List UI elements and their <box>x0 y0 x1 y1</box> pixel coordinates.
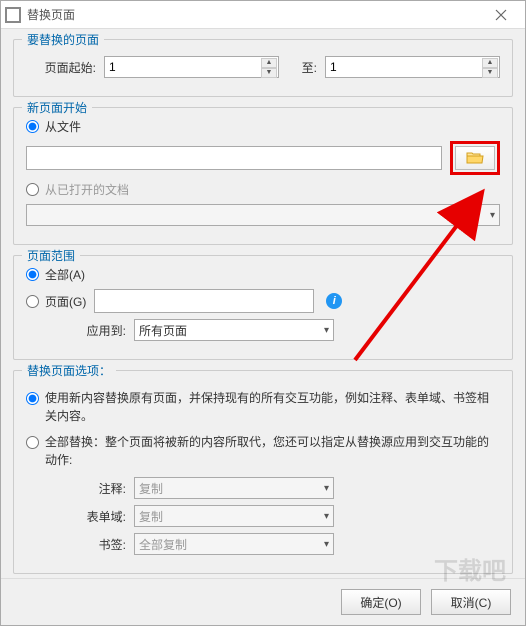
open-doc-select[interactable]: ▾ <box>26 204 500 226</box>
group-label: 要替换的页面 <box>22 31 104 48</box>
page-range-group: 页面范围 全部(A) 页面(G) i 应用到: 所有页面 ▾ <box>13 255 513 360</box>
form-fields-value: 复制 <box>139 508 163 525</box>
form-fields-select[interactable]: 复制 ▾ <box>134 505 334 527</box>
pages-radio-input[interactable] <box>26 295 39 308</box>
to-page-input[interactable] <box>330 60 495 74</box>
folder-icon <box>466 151 484 165</box>
info-icon[interactable]: i <box>326 293 342 309</box>
keep-interactive-text: 使用新内容替换原有页面，并保持现有的所有交互功能，例如注释、表单域、书签相关内容… <box>45 389 500 425</box>
apply-to-label: 应用到: <box>26 322 126 339</box>
pages-input[interactable] <box>94 289 314 313</box>
chevron-down-icon: ▾ <box>324 539 329 550</box>
window-title: 替换页面 <box>27 6 481 23</box>
file-path-input[interactable] <box>26 146 442 170</box>
pages-label: 页面(G) <box>45 293 86 310</box>
spinner-down[interactable]: ▼ <box>482 68 498 78</box>
annotations-label: 注释: <box>26 480 126 497</box>
new-page-start-group: 新页面开始 从文件 从已打开的文档 <box>13 107 513 245</box>
chevron-down-icon: ▾ <box>324 483 329 494</box>
chevron-down-icon: ▾ <box>490 210 495 221</box>
from-open-doc-radio-input[interactable] <box>26 183 39 196</box>
from-open-doc-radio[interactable]: 从已打开的文档 <box>26 181 500 198</box>
all-pages-radio-input[interactable] <box>26 268 39 281</box>
dialog-content: 要替换的页面 页面起始: ▲ ▼ 至: ▲ ▼ <box>1 29 525 578</box>
bookmarks-value: 全部复制 <box>139 536 187 553</box>
dialog-window: 替换页面 要替换的页面 页面起始: ▲ ▼ 至: <box>0 0 526 626</box>
from-file-radio[interactable]: 从文件 <box>26 118 500 135</box>
group-label: 替换页面选项： <box>22 362 116 379</box>
cancel-button[interactable]: 取消(C) <box>431 589 511 615</box>
spinner-up[interactable]: ▲ <box>261 58 277 68</box>
from-page-label: 页面起始: <box>26 59 96 76</box>
all-pages-label: 全部(A) <box>45 266 85 283</box>
from-page-input[interactable] <box>109 60 274 74</box>
from-file-label: 从文件 <box>45 118 81 135</box>
browse-button[interactable] <box>455 146 495 170</box>
pages-to-replace-group: 要替换的页面 页面起始: ▲ ▼ 至: ▲ ▼ <box>13 39 513 97</box>
replace-all-radio-input[interactable] <box>26 436 39 449</box>
keep-interactive-radio[interactable]: 使用新内容替换原有页面，并保持现有的所有交互功能，例如注释、表单域、书签相关内容… <box>26 389 500 425</box>
spinner-down[interactable]: ▼ <box>261 68 277 78</box>
chevron-down-icon: ▾ <box>324 511 329 522</box>
from-page-spinner[interactable]: ▲ ▼ <box>104 56 279 78</box>
close-icon <box>495 9 507 21</box>
apply-to-value: 所有页面 <box>139 322 187 339</box>
from-open-doc-label: 从已打开的文档 <box>45 181 129 198</box>
to-page-spinner[interactable]: ▲ ▼ <box>325 56 500 78</box>
browse-highlight <box>450 141 500 175</box>
close-button[interactable] <box>481 1 521 29</box>
replace-options-group: 替换页面选项： 使用新内容替换原有页面，并保持现有的所有交互功能，例如注释、表单… <box>13 370 513 574</box>
group-label: 页面范围 <box>22 247 80 264</box>
annotations-value: 复制 <box>139 480 163 497</box>
apply-to-select[interactable]: 所有页面 ▾ <box>134 319 334 341</box>
keep-interactive-radio-input[interactable] <box>26 392 39 405</box>
annotations-select[interactable]: 复制 ▾ <box>134 477 334 499</box>
group-label: 新页面开始 <box>22 99 92 116</box>
bookmarks-select[interactable]: 全部复制 ▾ <box>134 533 334 555</box>
replace-all-radio[interactable]: 全部替换：整个页面将被新的内容所取代，您还可以指定从替换源应用到交互功能的动作: <box>26 433 500 469</box>
dialog-footer: 确定(O) 取消(C) <box>1 578 525 625</box>
form-fields-label: 表单域: <box>26 508 126 525</box>
replace-all-text: 全部替换：整个页面将被新的内容所取代，您还可以指定从替换源应用到交互功能的动作: <box>45 433 500 469</box>
ok-button[interactable]: 确定(O) <box>341 589 421 615</box>
pages-radio[interactable]: 页面(G) <box>26 293 86 310</box>
to-page-label: 至: <box>287 59 317 76</box>
app-icon <box>5 7 21 23</box>
from-file-radio-input[interactable] <box>26 120 39 133</box>
bookmarks-label: 书签: <box>26 536 126 553</box>
spinner-up[interactable]: ▲ <box>482 58 498 68</box>
titlebar: 替换页面 <box>1 1 525 29</box>
chevron-down-icon: ▾ <box>324 325 329 336</box>
all-pages-radio[interactable]: 全部(A) <box>26 266 500 283</box>
